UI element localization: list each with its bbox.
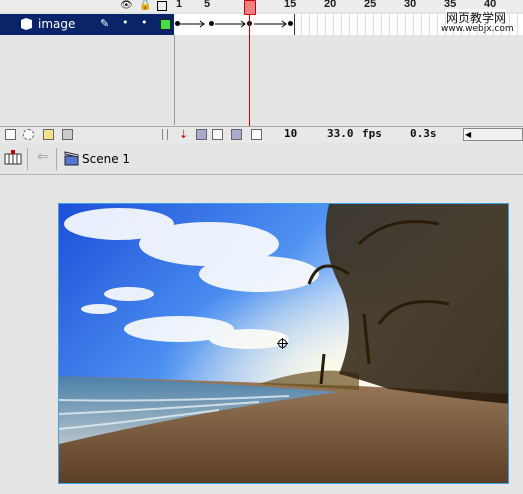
- layer-list-empty: [0, 35, 175, 125]
- lock-dot-icon[interactable]: •: [141, 16, 148, 29]
- lock-icon[interactable]: 🔒: [139, 0, 151, 11]
- scene-clapper-icon: [64, 151, 79, 166]
- outline-icon[interactable]: [157, 1, 167, 11]
- timeline-scrollbar[interactable]: ◀: [463, 128, 523, 141]
- layer-icon: [21, 18, 32, 30]
- frame-rate: 33.0: [327, 127, 354, 140]
- separator: [27, 148, 28, 170]
- onion-skin-icon[interactable]: [196, 129, 207, 140]
- keyframe[interactable]: [288, 21, 293, 26]
- layer-outline-color[interactable]: [160, 19, 171, 30]
- timeline-toggle-icon[interactable]: [4, 150, 22, 167]
- layer-name[interactable]: image: [38, 17, 75, 31]
- ruler-label: 1: [176, 0, 183, 10]
- insert-folder-icon[interactable]: [43, 129, 54, 140]
- add-motion-guide-icon[interactable]: [23, 129, 34, 140]
- scene-name[interactable]: Scene 1: [82, 152, 130, 166]
- keyframe[interactable]: [209, 21, 214, 26]
- ruler-label: 20: [324, 0, 337, 10]
- watermark-url: www.webjx.com: [441, 24, 514, 34]
- registration-point-icon: [277, 338, 288, 349]
- pencil-icon: ✎: [100, 17, 110, 30]
- ruler-label: 25: [364, 0, 377, 10]
- edit-multiple-frames-icon[interactable]: [231, 129, 242, 140]
- timeline-status-bar: ⇣ 10 33.0 fps 0.3s: [0, 126, 523, 144]
- insert-layer-icon[interactable]: [5, 129, 16, 140]
- resize-grip[interactable]: [162, 129, 168, 140]
- center-frame-icon[interactable]: ⇣: [179, 128, 188, 141]
- ruler-label: 5: [204, 0, 211, 10]
- back-arrow-icon[interactable]: ⇐: [37, 149, 49, 165]
- tween-arrows: [180, 20, 287, 28]
- eye-icon[interactable]: 👁: [120, 0, 133, 11]
- elapsed-time: 0.3s: [410, 127, 437, 140]
- separator: [56, 148, 57, 170]
- onion-outlines-icon[interactable]: [212, 129, 223, 140]
- visible-dot-icon[interactable]: •: [122, 16, 129, 29]
- frames-empty: [175, 35, 523, 125]
- edit-bar: ⇐ Scene 1: [0, 143, 523, 175]
- playhead-handle[interactable]: [244, 0, 256, 15]
- ruler-label: 15: [284, 0, 297, 10]
- playhead-line: [249, 14, 250, 126]
- keyframe[interactable]: [175, 21, 180, 26]
- motion-tween-span[interactable]: [174, 14, 295, 35]
- layer-row-image[interactable]: image ✎ • •: [0, 14, 174, 35]
- ruler-label: 30: [404, 0, 417, 10]
- delete-layer-icon[interactable]: [62, 129, 73, 140]
- modify-onion-markers-icon[interactable]: [251, 129, 262, 140]
- fps-label: fps: [362, 127, 382, 140]
- current-frame: 10: [284, 127, 298, 140]
- scroll-left-icon[interactable]: ◀: [465, 130, 471, 139]
